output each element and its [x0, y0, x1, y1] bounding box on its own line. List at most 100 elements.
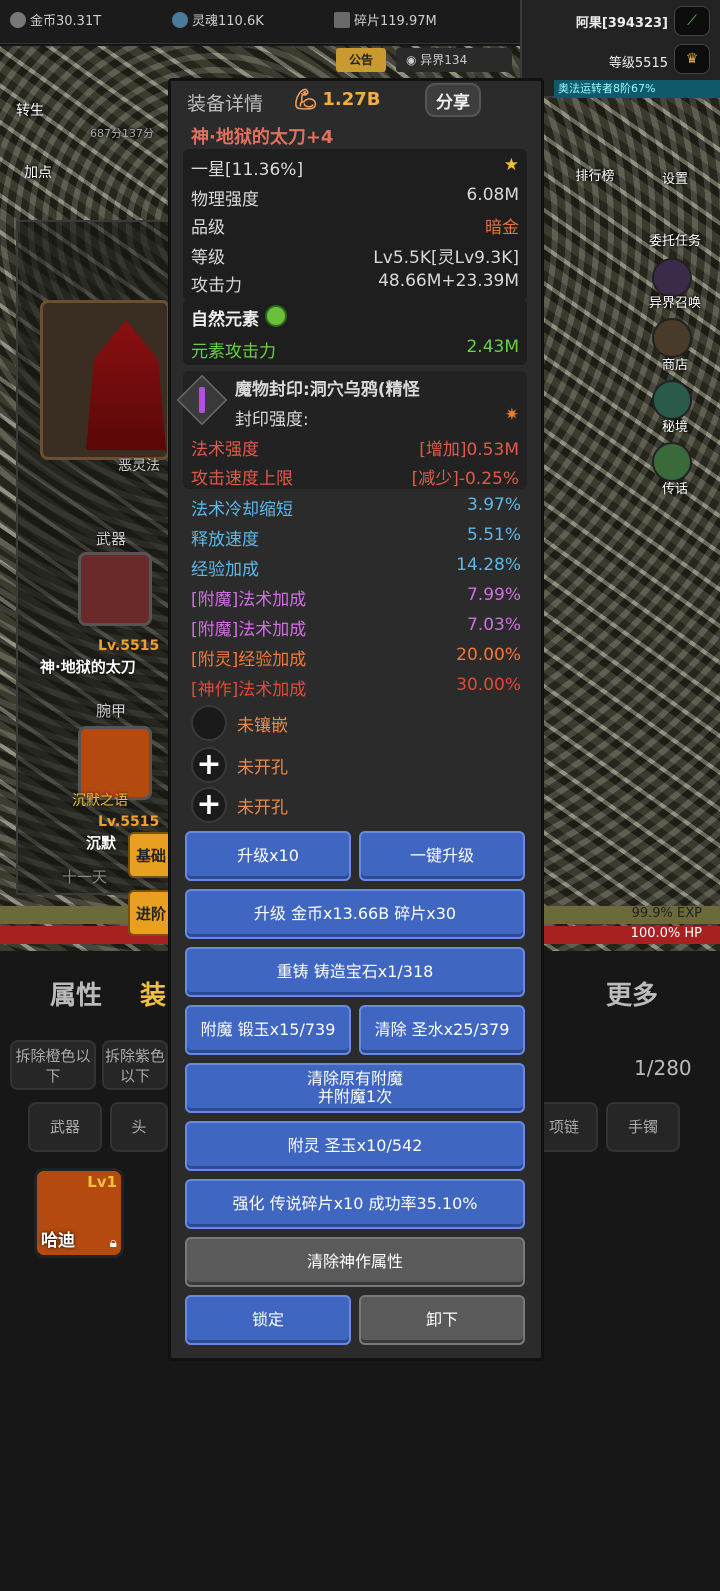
shard-icon: [334, 11, 350, 28]
affix-row: [附魔]法术加成 7.03%: [191, 615, 521, 640]
notice-button[interactable]: 公告: [336, 48, 386, 72]
bracer-label: 腕甲: [96, 702, 127, 720]
dialog-title: 装备详情: [187, 93, 264, 115]
tab-attributes[interactable]: 属性: [50, 975, 102, 1012]
message-button[interactable]: 传话: [640, 478, 710, 497]
element-section: 自然元素 元素攻击力 2.43M: [183, 299, 527, 365]
clear-divine-button[interactable]: 清除神作属性: [185, 1237, 525, 1287]
enchant-button[interactable]: 附魔 锻玉x15/739: [185, 1005, 351, 1055]
share-button[interactable]: 分享: [425, 83, 481, 117]
slot-filter-head[interactable]: 头: [110, 1102, 168, 1152]
filter-dismantle-purple[interactable]: 拆除紫色以下: [102, 1040, 168, 1090]
page-indicator: 1/280: [634, 1056, 692, 1080]
soul-resource: 灵魂110.6K: [172, 10, 264, 29]
lock-button[interactable]: 锁定: [185, 1295, 351, 1345]
seal-stat-value: [减少]-0.25%: [411, 469, 519, 489]
seal-gem-icon: [199, 387, 205, 413]
stat-value: 48.66M+23.39M: [378, 271, 519, 291]
stat-value: Lv5.5K[灵Lv9.3K]: [373, 248, 519, 268]
commission-button[interactable]: 委托任务: [640, 230, 710, 249]
class-progress-text: 奥法运转者8阶67%: [558, 82, 656, 95]
message-icon: [652, 442, 692, 482]
affix-value: 30.00%: [456, 675, 521, 695]
affix-row: 经验加成 14.28%: [191, 555, 521, 580]
socket-label: 未开孔: [237, 758, 288, 778]
gold-resource: 金币30.31T: [10, 10, 101, 29]
element-attack-value: 2.43M: [466, 337, 519, 357]
weapon-level: Lv.5515: [98, 638, 160, 654]
stat-key: 攻击力: [191, 276, 242, 296]
seal-strength-row: 封印强度: ✷: [235, 405, 519, 430]
plus-icon[interactable]: +: [191, 747, 227, 783]
element-title-row: 自然元素: [191, 305, 519, 330]
filter-dismantle-orange[interactable]: 拆除橙色以下: [10, 1040, 96, 1090]
player-panel[interactable]: 阿果[394323] ⟋ 等级5515 ♛ 奥法运转者8阶67%: [520, 0, 720, 98]
affix-row: [附灵]经验加成 20.00%: [191, 645, 521, 670]
upgrade-cost-button[interactable]: 升级 金币x13.66B 碎片x30: [185, 889, 525, 939]
socket-label: 未开孔: [237, 798, 288, 818]
shop-icon: [652, 318, 692, 358]
stat-row: 物理强度 6.08M: [191, 185, 519, 210]
affix-key: 经验加成: [191, 560, 259, 580]
stat-key: 等级: [191, 248, 225, 268]
reforge-button[interactable]: 重铸 铸造宝石x1/318: [185, 947, 525, 997]
summon-button[interactable]: 异界召唤: [640, 292, 710, 311]
clear-enchant-line1: 清除原有附魔: [306, 1069, 403, 1088]
affix-key: [附魔]法术加成: [191, 620, 307, 640]
dungeon-icon: [652, 380, 692, 420]
slot-filter-bracelet[interactable]: 手镯: [606, 1102, 680, 1152]
clear-and-enchant-button[interactable]: 清除原有附魔 并附魔1次: [185, 1063, 525, 1113]
empty-socket[interactable]: [191, 705, 227, 741]
affix-row: 法术冷却缩短 3.97%: [191, 495, 521, 520]
affix-row: [附魔]法术加成 7.99%: [191, 585, 521, 610]
clear-button[interactable]: 清除 圣水x25/379: [359, 1005, 525, 1055]
inventory-item[interactable]: Lv1 哈迪 🔒︎: [34, 1168, 124, 1258]
add-points-button[interactable]: 加点: [24, 162, 52, 182]
shop-button[interactable]: 商店: [640, 354, 710, 373]
dungeon-button[interactable]: 秘境: [640, 416, 710, 435]
slot-filter-weapon[interactable]: 武器: [28, 1102, 102, 1152]
one-click-upgrade-button[interactable]: 一键升级: [359, 831, 525, 881]
upgrade-x10-button[interactable]: 升级x10: [185, 831, 351, 881]
seal-stat-key: 法术强度: [191, 440, 259, 460]
affix-value: 14.28%: [456, 555, 521, 575]
otherworld-button[interactable]: ◉ 异界134: [396, 48, 512, 72]
hero-name: 恶灵法: [118, 458, 160, 474]
burst-icon: ✷: [504, 405, 519, 425]
seal-title-row: 魔物封印:洞穴乌鸦(精怪: [235, 375, 519, 400]
muscle-icon: 💪︎: [293, 87, 319, 111]
weapon-label: 武器: [96, 530, 127, 548]
bracer-slot[interactable]: [78, 726, 152, 800]
seal-stat-row: 法术强度 [增加]0.53M: [191, 435, 519, 460]
spirit-button[interactable]: 附灵 圣玉x10/542: [185, 1121, 525, 1171]
plus-icon[interactable]: +: [191, 787, 227, 823]
stat-key: 品级: [191, 218, 225, 238]
rebirth-button[interactable]: 转生: [16, 100, 44, 120]
unequip-button[interactable]: 卸下: [359, 1295, 525, 1345]
affix-value: 7.99%: [466, 585, 521, 605]
weapon-name: 神·地狱的太刀: [40, 658, 136, 676]
affix-row: 释放速度 5.51%: [191, 525, 521, 550]
affix-key: [神作]法术加成: [191, 680, 307, 700]
bracer-level: Lv.5515: [98, 814, 160, 830]
settings-button[interactable]: 设置: [640, 168, 710, 187]
affix-value: 7.03%: [466, 615, 521, 635]
shards-resource: 碎片119.97M: [334, 10, 437, 29]
affix-key: 释放速度: [191, 530, 259, 550]
tab-equipment[interactable]: 装: [140, 975, 166, 1012]
power-display: 💪︎ 1.27B: [293, 87, 381, 111]
lock-icon: 🔒︎: [109, 1235, 117, 1251]
tab-more[interactable]: 更多: [606, 975, 658, 1012]
hidden-text: 十一天: [62, 868, 108, 886]
player-name: 阿果[394323]: [575, 16, 668, 31]
seal-title: 魔物封印:洞穴乌鸦(精怪: [235, 380, 420, 400]
element-title: 自然元素: [191, 310, 259, 330]
clear-enchant-line2: 并附魔1次: [317, 1087, 393, 1106]
weapon-slot[interactable]: [78, 552, 152, 626]
equipment-detail-dialog: 装备详情 💪︎ 1.27B 分享 神·地狱的太刀+4 一星[11.36%] ★ …: [168, 78, 544, 1361]
leaderboard-button[interactable]: 排行榜: [560, 165, 630, 184]
strengthen-button[interactable]: 强化 传说碎片x10 成功率35.10%: [185, 1179, 525, 1229]
leaf-icon: ⟋: [674, 6, 710, 36]
otherworld-label: 异界134: [420, 53, 468, 67]
portal-icon: ◉: [406, 53, 421, 67]
